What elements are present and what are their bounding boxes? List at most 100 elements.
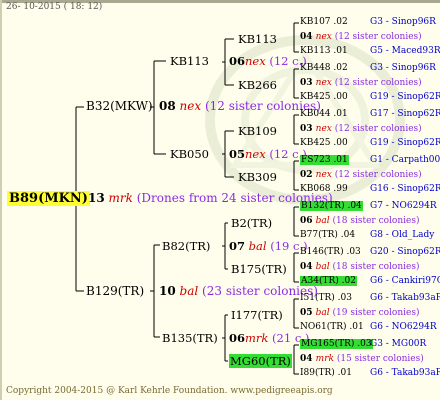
gen4-mg60[interactable]: MG60(TR)	[229, 354, 292, 368]
gen5-queen-id[interactable]: B77(TR) .04	[300, 230, 355, 240]
gen3-b82[interactable]: B82(TR)	[162, 239, 210, 253]
gen5-line-ref: G3 - Sinop96R	[370, 17, 436, 27]
gen5-line-ref: G19 - Sinop62R	[370, 92, 440, 102]
gen5-queen-id[interactable]: B132(TR) .04	[300, 201, 363, 211]
gen5-queen[interactable]: B77(TR) .04 G8 - Old_Lady	[300, 230, 434, 241]
gen5-line-ref: G6 - NO6294R	[370, 322, 437, 332]
gen5-queen-id[interactable]: KB425 .00	[300, 92, 348, 102]
gen5-queen-id[interactable]: KB044 .01	[300, 109, 348, 119]
root-mating: 13 mrk (Drones from 24 sister colonies)	[88, 191, 333, 205]
gen5-mating-year: 05	[300, 307, 316, 318]
gen5-queen[interactable]: KB425 .00 G19 - Sinop62R	[300, 92, 440, 103]
gen5-queen[interactable]: B132(TR) .04 G7 - NO6294R	[300, 201, 437, 212]
gen5-mating-note: (12 sister colonies)	[331, 31, 422, 42]
gen5-mating-year: 04	[300, 31, 316, 42]
gen5-queen-id[interactable]: KB425 .00	[300, 138, 348, 148]
gen5-line-ref: G17 - Sinop62R	[370, 109, 440, 119]
sire-b32[interactable]: B32(MKW)	[86, 99, 153, 113]
gen5-mating-mark: nex	[315, 123, 332, 134]
gen5-line-ref: G6 - Cankiri97Q	[370, 276, 440, 286]
gen5-line-ref: G8 - Old_Lady	[370, 230, 435, 240]
root-queen-id[interactable]: B89(MKN)	[7, 191, 90, 206]
gen5-mating-year: 03	[300, 77, 316, 88]
sire-b32-mating: 08 nex (12 sister colonies)	[159, 99, 321, 113]
gen5-mating: 04 mrk (15 sister colonies)	[300, 354, 424, 365]
gen4-kb266[interactable]: KB266	[238, 78, 277, 92]
gen5-queen-id[interactable]: A34(TR) .02	[300, 276, 357, 286]
gen5-mating-mark: nex	[315, 169, 332, 180]
gen5-line-ref: G19 - Sinop62R	[370, 138, 440, 148]
gen4-b2[interactable]: B2(TR)	[231, 216, 272, 230]
gen4-kb109[interactable]: KB109	[238, 124, 277, 138]
gen5-queen[interactable]: I51(TR) .03 G6 - Takab93aR	[300, 293, 440, 304]
gen5-line-ref: G6 - Takab93aR	[370, 293, 440, 303]
gen5-mating-mark: mrk	[315, 353, 334, 364]
gen5-queen[interactable]: KB448 .02 G3 - Sinop96R	[300, 63, 436, 74]
gen5-queen-id[interactable]: KB113 .01	[300, 46, 348, 56]
gen5-queen-id[interactable]: KB107 .02	[300, 17, 348, 27]
gen5-queen-id[interactable]: NO61(TR) .01	[300, 322, 364, 332]
gen5-mating: 02 nex (12 sister colonies)	[300, 170, 422, 181]
gen5-queen-id[interactable]: KB068 .99	[300, 184, 348, 194]
gen5-queen-id[interactable]: KB448 .02	[300, 63, 348, 73]
gen5-queen[interactable]: KB425 .00 G19 - Sinop62R	[300, 138, 440, 149]
gen3-kb050[interactable]: KB050	[170, 147, 209, 161]
gen4-b175[interactable]: B175(TR)	[231, 262, 287, 276]
gen5-queen[interactable]: MG165(TR) .03 G3 - MG00R	[300, 339, 426, 350]
gen5-mating-note: (19 sister colonies)	[329, 307, 420, 318]
gen5-mating-note: (15 sister colonies)	[333, 353, 424, 364]
gen5-line-ref: G1 - Carpath00R	[370, 155, 440, 165]
gen5-mating-note: (12 sister colonies)	[331, 123, 422, 134]
gen5-mating-note: (18 sister colonies)	[329, 261, 420, 272]
gen5-mating: 03 nex (12 sister colonies)	[300, 78, 422, 89]
gen5-line-ref: G3 - MG00R	[370, 339, 427, 349]
gen5-line-ref: G7 - NO6294R	[370, 201, 437, 211]
gen5-queen[interactable]: FS723 .01 G1 - Carpath00R	[300, 155, 440, 166]
gen5-mating-note: (12 sister colonies)	[331, 77, 422, 88]
pedigree-frame: 26- 10-2015 ( 18: 12) B89(MKN) 13 mrk (D…	[0, 0, 440, 400]
gen5-mating-year: 06	[300, 215, 316, 226]
dam-b129-mating: 10 bal (23 sister colonies)	[159, 284, 318, 298]
gen5-line-ref: G6 - Takab93aR	[370, 368, 440, 378]
gen5-mating: 03 nex (12 sister colonies)	[300, 124, 422, 135]
gen4-i177[interactable]: I177(TR)	[231, 308, 283, 322]
gen5-queen[interactable]: KB113 .01 G5 - Maced93R	[300, 46, 440, 57]
gen3-b135[interactable]: B135(TR)	[162, 331, 218, 345]
gen5-queen-id[interactable]: MG165(TR) .03	[300, 339, 373, 349]
gen5-mating-year: 02	[300, 169, 316, 180]
gen5-queen[interactable]: B146(TR) .03 G20 - Sinop62R	[300, 247, 440, 258]
gen5-queen-id[interactable]: I51(TR) .03	[300, 293, 352, 303]
gen5-mating-note: (12 sister colonies)	[331, 169, 422, 180]
dam-b129[interactable]: B129(TR)	[86, 284, 144, 298]
gen5-queen-id[interactable]: FS723 .01	[300, 155, 349, 165]
gen5-queen[interactable]: A34(TR) .02 G6 - Cankiri97Q	[300, 276, 440, 287]
gen5-line-ref: G3 - Sinop96R	[370, 63, 436, 73]
copyright-footer: Copyright 2004-2015 @ Karl Kehrle Founda…	[6, 386, 333, 396]
gen5-queen[interactable]: KB107 .02 G3 - Sinop96R	[300, 17, 436, 28]
gen5-mating-mark: nex	[315, 77, 332, 88]
gen5-mating: 06 bal (18 sister colonies)	[300, 216, 419, 227]
gen5-queen[interactable]: I89(TR) .01 G6 - Takab93aR	[300, 368, 440, 379]
gen5-mating-mark: bal	[315, 215, 330, 226]
root-queen[interactable]: B89(MKN)	[7, 191, 90, 206]
gen5-mating-mark: bal	[315, 261, 330, 272]
gen5-mating-mark: bal	[315, 307, 330, 318]
gen5-mating-year: 04	[300, 261, 316, 272]
gen5-mating: 05 bal (19 sister colonies)	[300, 308, 419, 319]
gen3-b82-mating: 07 bal (19 c.)	[229, 239, 308, 253]
gen5-mating-mark: nex	[315, 31, 332, 42]
gen4-kb113[interactable]: KB113	[238, 32, 277, 46]
gen4-kb309[interactable]: KB309	[238, 170, 277, 184]
gen5-mating: 04 bal (18 sister colonies)	[300, 262, 419, 273]
gen3-kb050-mating: 05nex (12 c.)	[229, 147, 307, 161]
gen3-kb113[interactable]: KB113	[170, 54, 209, 68]
gen5-queen-id[interactable]: I89(TR) .01	[300, 368, 352, 378]
gen5-mating-year: 03	[300, 123, 316, 134]
gen5-mating-year: 04	[300, 353, 316, 364]
gen3-kb113-mating: 06nex (12 c.)	[229, 54, 307, 68]
gen5-queen[interactable]: KB044 .01 G17 - Sinop62R	[300, 109, 440, 120]
gen5-queen[interactable]: NO61(TR) .01 G6 - NO6294R	[300, 322, 437, 333]
gen3-b135-mating: 06mrk (21 c.)	[229, 331, 310, 345]
gen5-queen-id[interactable]: B146(TR) .03	[300, 247, 361, 257]
gen5-queen[interactable]: KB068 .99 G16 - Sinop62R	[300, 184, 440, 195]
